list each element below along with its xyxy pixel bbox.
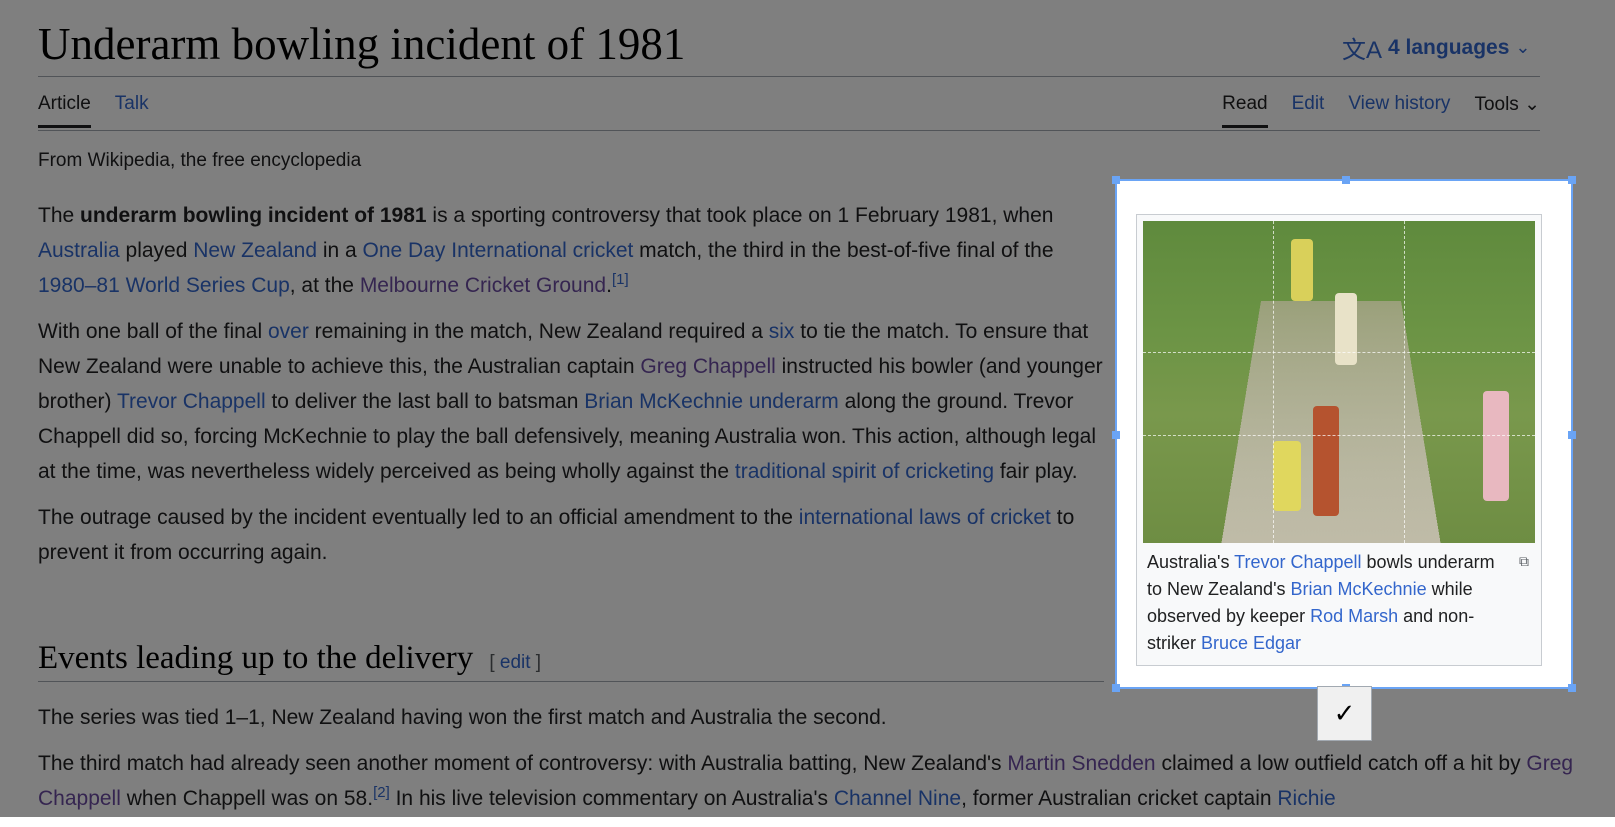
view-tabs: Read Edit View history Tools ⌄ (1222, 93, 1540, 128)
reference-link[interactable]: [1] (612, 271, 629, 288)
link-over[interactable]: over (268, 320, 309, 343)
text: The outrage caused by the incident event… (38, 506, 799, 529)
bracket: ] (530, 652, 542, 673)
resize-handle[interactable] (1112, 176, 1120, 184)
batsman-figure (1335, 293, 1357, 365)
grid-line (1143, 435, 1535, 437)
grid-line (1273, 221, 1275, 543)
selected-image-node[interactable]: Australia's Trevor Chappell bowls undera… (1112, 176, 1576, 692)
cricket-photo[interactable] (1143, 221, 1535, 543)
tab-talk[interactable]: Talk (115, 93, 149, 128)
text: With one ball of the final (38, 320, 268, 343)
article-body: The underarm bowling incident of 1981 is… (38, 198, 1104, 581)
link-rod-marsh[interactable]: Rod Marsh (1310, 606, 1398, 626)
link-martin-snedden[interactable]: Martin Snedden (1007, 752, 1155, 775)
text: , former Australian cricket captain (961, 787, 1278, 810)
bracket: [ (489, 652, 500, 673)
chevron-down-icon: ⌄ (1524, 94, 1540, 115)
text: when Chappell was on 58. (120, 787, 374, 810)
image-thumbnail-frame: Australia's Trevor Chappell bowls undera… (1136, 214, 1542, 666)
text: , at the (289, 274, 360, 297)
namespace-tabs: Article Talk (38, 93, 149, 128)
enlarge-icon[interactable]: ⧉ (1519, 553, 1529, 570)
link-bruce-edgar[interactable]: Bruce Edgar (1201, 633, 1301, 653)
translate-icon: 文A (1342, 37, 1383, 64)
tabs-divider (38, 130, 1540, 131)
link-mcg[interactable]: Melbourne Cricket Ground (360, 274, 606, 297)
tab-read[interactable]: Read (1222, 93, 1268, 128)
resize-handle[interactable] (1568, 684, 1576, 692)
umpire-figure (1291, 239, 1313, 301)
resize-handle[interactable] (1112, 684, 1120, 692)
tab-article[interactable]: Article (38, 93, 91, 128)
reference-link[interactable]: [2] (373, 784, 390, 801)
bowler-figure (1273, 441, 1301, 511)
resize-handle[interactable] (1112, 431, 1120, 439)
text: in a (317, 239, 363, 262)
text: is a sporting controversy that took plac… (426, 204, 1054, 227)
link-spirit-of-cricket[interactable]: traditional spirit of cricketing (735, 460, 994, 483)
resize-handle[interactable] (1568, 176, 1576, 184)
site-tagline: From Wikipedia, the free encyclopedia (38, 150, 362, 171)
text: played (119, 239, 194, 262)
text: The (38, 204, 81, 227)
paragraph: With one ball of the final over remainin… (38, 314, 1104, 489)
link-six[interactable]: six (769, 320, 795, 343)
paragraph: The third match had already seen another… (38, 746, 1578, 816)
link-trevor-chappell[interactable]: Trevor Chappell (1234, 552, 1361, 572)
resize-handle[interactable] (1568, 431, 1576, 439)
tools-menu[interactable]: Tools ⌄ (1474, 93, 1540, 128)
resize-handle[interactable] (1342, 176, 1350, 184)
page-title: Underarm bowling incident of 1981 (38, 19, 686, 69)
grid-line (1404, 221, 1406, 543)
tools-label: Tools (1474, 94, 1519, 115)
section-heading: Events leading up to the delivery [ edit … (38, 640, 1104, 682)
link-new-zealand[interactable]: New Zealand (193, 239, 317, 262)
link-australia[interactable]: Australia (38, 239, 120, 262)
paragraph: The underarm bowling incident of 1981 is… (38, 198, 1104, 303)
text: fair play. (994, 460, 1078, 483)
link-world-series-cup[interactable]: 1980–81 World Series Cup (38, 274, 290, 297)
text: Australia's (1147, 552, 1235, 572)
text: In his live television commentary on Aus… (389, 787, 834, 810)
language-label: 4 languages (1388, 35, 1510, 59)
link-richie-benaud[interactable]: Richie (1277, 787, 1335, 810)
paragraph: The outrage caused by the incident event… (38, 500, 1104, 570)
text: claimed a low outfield catch off a hit b… (1155, 752, 1527, 775)
text: match, the third in the best-of-five fin… (633, 239, 1054, 262)
tab-view-history[interactable]: View history (1348, 93, 1450, 128)
section-edit: [ edit ] (489, 652, 541, 673)
non-striker-figure (1483, 391, 1509, 501)
section-edit-link[interactable]: edit (500, 652, 531, 673)
text: remaining in the match, New Zealand requ… (308, 320, 769, 343)
grid-line (1143, 352, 1535, 354)
section-title: Events leading up to the delivery (38, 640, 474, 676)
link-laws-of-cricket[interactable]: international laws of cricket (799, 506, 1051, 529)
bold-text: underarm bowling incident of 1981 (80, 204, 427, 227)
chevron-down-icon: ⌄ (1515, 37, 1531, 57)
link-trevor-chappell[interactable]: Trevor Chappell (117, 390, 266, 413)
link-odi-cricket[interactable]: One Day International cricket (363, 239, 634, 262)
text: The third match had already seen another… (38, 752, 1008, 775)
umpire-figure (1313, 406, 1339, 516)
link-greg-chappell[interactable]: Greg Chappell (640, 355, 775, 378)
link-underarm[interactable]: underarm (749, 390, 839, 413)
checkmark-icon: ✓ (1333, 698, 1356, 728)
confirm-button[interactable]: ✓ (1317, 686, 1372, 741)
link-brian-mckechnie[interactable]: Brian McKechnie (584, 390, 743, 413)
text: to deliver the last ball to batsman (265, 390, 585, 413)
link-brian-mckechnie[interactable]: Brian McKechnie (1291, 579, 1427, 599)
image-caption: Australia's Trevor Chappell bowls undera… (1147, 549, 1507, 657)
tab-edit[interactable]: Edit (1292, 93, 1325, 128)
language-selector[interactable]: 文A 4 languages ⌄ (1342, 30, 1531, 65)
title-divider (38, 76, 1540, 77)
link-channel-nine[interactable]: Channel Nine (834, 787, 961, 810)
